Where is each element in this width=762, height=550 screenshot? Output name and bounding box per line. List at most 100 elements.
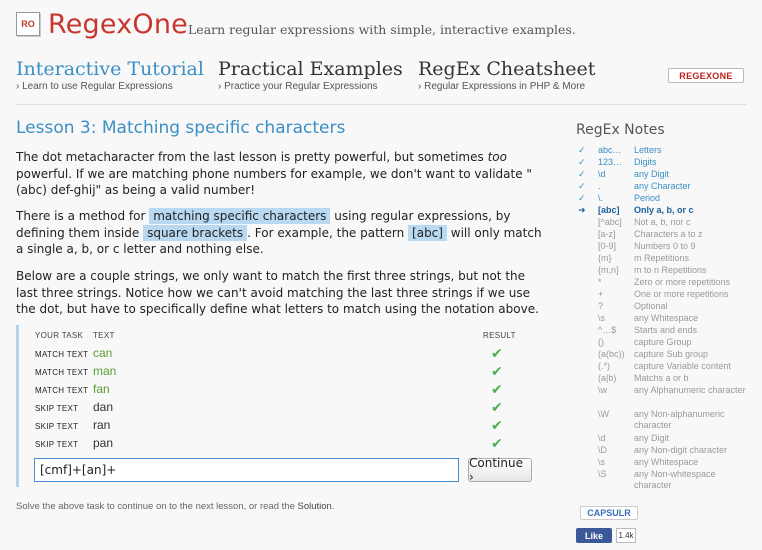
text-span: The dot metacharacter from the last less… — [16, 150, 488, 164]
note-item[interactable]: + One or more repetitions — [578, 289, 753, 301]
note-item[interactable]: ✓. any Character — [578, 181, 753, 193]
note-description: Only a, b, or c — [634, 205, 694, 215]
note-pattern: \w — [598, 385, 607, 395]
check-icon: ✔ — [491, 399, 503, 415]
note-item[interactable]: ✓ abc… Letters — [578, 145, 753, 157]
note-item[interactable]: ➜ [abc] Only a, b, or c — [578, 205, 753, 217]
note-description: Digits — [634, 157, 657, 167]
note-item[interactable]: (a(bc)) capture Sub group — [578, 349, 753, 361]
nav-interactive-tutorial[interactable]: Interactive Tutorial › Learn to use Regu… — [16, 58, 204, 92]
check-icon: ✔ — [491, 363, 503, 379]
note-item[interactable]: \S any Non-whitespace character — [578, 469, 753, 493]
highlight-pattern: [abc] — [408, 224, 447, 241]
brand-badge[interactable]: REGEXONE — [668, 68, 744, 83]
note-description: any Alphanumeric character — [634, 385, 746, 395]
note-description: capture Sub group — [634, 349, 709, 359]
note-description: any Whitespace — [634, 313, 699, 323]
note-description: Optional — [634, 301, 668, 311]
row-kind: SKIP TEXT — [35, 404, 79, 413]
note-pattern: ? — [598, 301, 604, 311]
note-item[interactable]: * Zero or more repetitions — [578, 277, 753, 289]
note-description: any Digit — [634, 169, 670, 179]
row-text: ran — [93, 418, 111, 432]
note-item[interactable]: ^…$ Starts and ends — [578, 325, 753, 337]
note-item[interactable]: \D any Non-digit character — [578, 445, 753, 457]
nav-title[interactable]: Interactive Tutorial — [16, 58, 204, 80]
emphasis-text: too — [487, 150, 507, 164]
note-pattern: \S — [598, 469, 607, 479]
check-icon: ✔ — [491, 381, 503, 397]
note-item[interactable]: [0-9] Numbers 0 to 9 — [578, 241, 753, 253]
note-pattern: \d — [598, 433, 606, 443]
facebook-like-button[interactable]: Like — [576, 528, 612, 543]
note-pattern: [abc] — [598, 205, 620, 215]
note-description: Period — [634, 193, 661, 203]
solution-link[interactable]: Solution — [298, 501, 332, 512]
note-pattern: () — [598, 337, 604, 347]
note-pattern: {m} — [598, 253, 612, 263]
row-kind: SKIP TEXT — [35, 440, 79, 449]
note-pattern: {m,n} — [598, 265, 620, 275]
note-description: capture Group — [634, 337, 692, 347]
note-description: Letters — [634, 145, 662, 155]
note-item[interactable]: ✓ \d any Digit — [578, 169, 753, 181]
nav-title[interactable]: Practical Examples — [218, 58, 403, 80]
note-item[interactable]: () capture Group — [578, 337, 753, 349]
regex-input[interactable]: [cmf]+[an]+ — [34, 458, 459, 482]
header-result: RESULT — [483, 331, 516, 340]
note-item[interactable]: \W any Non-alphanumeric character — [578, 409, 753, 433]
lesson-paragraph-1: The dot metacharacter from the last less… — [16, 149, 546, 199]
note-item[interactable]: [a-z] Characters a to z — [578, 229, 753, 241]
check-icon: ✔ — [491, 417, 503, 433]
check-icon: ✔ — [491, 345, 503, 361]
note-item[interactable]: \w any Alphanumeric character — [578, 385, 753, 409]
text-span: powerful. If we are matching phone numbe… — [16, 166, 532, 198]
checkmark-icon: ✓ — [578, 193, 586, 203]
note-pattern: . — [598, 181, 601, 191]
lesson-paragraph-2: There is a method for matching specific … — [16, 208, 546, 258]
row-kind: SKIP TEXT — [35, 422, 79, 431]
capsulr-button[interactable]: CAPSULR — [580, 506, 638, 520]
note-item[interactable]: (a|b) Matchs a or b — [578, 373, 753, 385]
facebook-like-count: 1.4k — [616, 528, 636, 543]
site-logo[interactable]: RegexOne — [48, 9, 188, 40]
header-text: TEXT — [93, 331, 115, 340]
note-description: Starts and ends — [634, 325, 698, 335]
exercise-row: MATCH TEXT can ✔ — [19, 345, 549, 363]
row-text: can — [93, 346, 113, 360]
note-pattern: + — [598, 289, 604, 299]
header-divider — [16, 104, 746, 105]
note-item[interactable]: ? Optional — [578, 301, 753, 313]
note-description: One or more repetitions — [634, 289, 729, 299]
nav-regex-cheatsheet[interactable]: RegEx Cheatsheet › Regular Expressions i… — [418, 58, 595, 92]
note-item[interactable]: \s any Whitespace — [578, 457, 753, 469]
note-item[interactable]: {m,n} m to n Repetitions — [578, 265, 753, 277]
note-item[interactable]: [^abc] Not a, b, nor c — [578, 217, 753, 229]
checkmark-icon: ✓ — [578, 181, 586, 191]
arrow-icon: ➜ — [578, 205, 586, 215]
note-pattern: \. — [598, 193, 604, 203]
row-text: man — [93, 364, 117, 378]
note-description: any Non-whitespace character — [634, 469, 716, 490]
exercise-row: MATCH TEXT fan ✔ — [19, 381, 549, 399]
nav-title[interactable]: RegEx Cheatsheet — [418, 58, 595, 80]
note-item[interactable]: \s any Whitespace — [578, 313, 753, 325]
note-description: any Whitespace — [634, 457, 699, 467]
site-tagline: Learn regular expressions with simple, i… — [188, 22, 576, 37]
note-pattern: (a(bc)) — [598, 349, 625, 359]
note-item[interactable]: ✓ 123… Digits — [578, 157, 753, 169]
nav-practical-examples[interactable]: Practical Examples › Practice your Regul… — [218, 58, 403, 92]
note-item[interactable]: {m} m Repetitions — [578, 253, 753, 265]
note-description: m to n Repetitions — [634, 265, 707, 275]
note-item[interactable]: (.*) capture Variable content — [578, 361, 753, 373]
note-item[interactable]: \d any Digit — [578, 433, 753, 445]
note-description: Zero or more repetitions — [634, 277, 731, 287]
continue-button[interactable]: Continue › — [468, 456, 532, 484]
logo-icon[interactable]: RO — [16, 12, 40, 36]
row-text: pan — [93, 436, 114, 450]
note-pattern: [^abc] — [598, 217, 622, 227]
note-item[interactable]: ✓ \. Period — [578, 193, 753, 205]
text-span: . For example, the pattern — [247, 225, 409, 240]
note-pattern: \s — [598, 313, 606, 323]
note-pattern: ^…$ — [598, 325, 617, 335]
